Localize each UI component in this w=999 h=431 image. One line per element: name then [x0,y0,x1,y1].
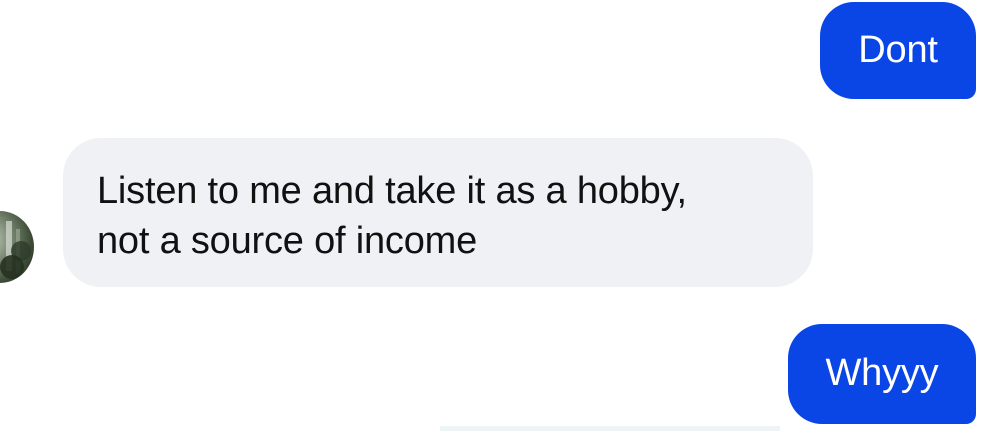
message-text-line-2: not a source of income [97,220,478,262]
outgoing-message-bubble[interactable]: Whyyy [788,324,976,424]
outgoing-message-bubble[interactable]: Dont [820,2,976,99]
contact-avatar-icon[interactable] [0,211,34,283]
conversation-thread: Dont Listen to me and take it as a hobby… [0,0,999,431]
composer-area-edge [440,426,780,431]
incoming-message-bubble[interactable]: Listen to me and take it as a hobby, not… [63,138,813,287]
avatar-photo [0,221,31,279]
message-text: Dont [858,29,938,71]
message-text: Whyyy [825,352,939,394]
message-text-line-1: Listen to me and take it as a hobby, [97,170,687,212]
